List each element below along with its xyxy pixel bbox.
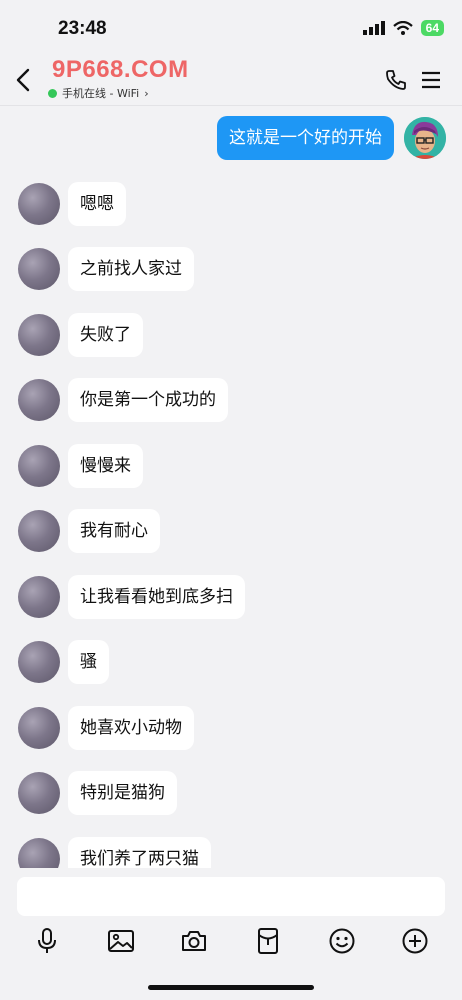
received-message-row: 慢慢来: [0, 444, 462, 494]
contact-avatar[interactable]: [18, 707, 60, 749]
received-message-bubble[interactable]: 骚: [68, 640, 109, 684]
status-icons: 64: [362, 20, 444, 36]
received-message-row: 我们养了两只猫: [0, 837, 462, 868]
voice-button[interactable]: [32, 926, 62, 956]
contact-avatar[interactable]: [18, 445, 60, 487]
my-avatar[interactable]: [404, 117, 446, 159]
more-button[interactable]: [400, 926, 430, 956]
input-toolbar: [0, 926, 462, 956]
received-message-bubble[interactable]: 之前找人家过: [68, 247, 194, 291]
camera-icon: [182, 931, 206, 951]
received-message-row: 她喜欢小动物: [0, 706, 462, 756]
battery-indicator: 64: [420, 20, 444, 36]
wifi-icon: [392, 21, 413, 35]
image-button[interactable]: [106, 926, 136, 956]
received-message-row: 特别是猫狗: [0, 771, 462, 821]
online-status[interactable]: 手机在线 - WiFi ›: [48, 85, 149, 101]
back-button[interactable]: [12, 66, 36, 94]
menu-icon: [422, 71, 440, 89]
image-icon: [108, 930, 134, 952]
received-message-bubble[interactable]: 我们养了两只猫: [68, 837, 211, 868]
phone-call-button[interactable]: [384, 68, 408, 92]
contact-avatar[interactable]: [18, 576, 60, 618]
plus-icon: [402, 928, 428, 954]
message-list[interactable]: 这就是一个好的开始 嗯嗯 之前找人家过 失败了 你是第一个成功的 慢慢来 我有耐…: [0, 106, 462, 868]
received-message-row: 失败了: [0, 313, 462, 363]
online-dot-icon: [48, 88, 57, 98]
received-message-row: 我有耐心: [0, 509, 462, 559]
home-indicator[interactable]: [148, 985, 314, 990]
sent-message-bubble[interactable]: 这就是一个好的开始: [217, 116, 394, 160]
phone-icon: [386, 70, 406, 90]
sent-message-row: 这就是一个好的开始: [206, 116, 446, 162]
cartoon-avatar-icon: [404, 117, 446, 159]
received-message-row: 让我看看她到底多扫: [0, 575, 462, 625]
received-message-bubble[interactable]: 她喜欢小动物: [68, 706, 194, 750]
received-message-bubble[interactable]: 你是第一个成功的: [68, 378, 228, 422]
received-message-bubble[interactable]: 失败了: [68, 313, 143, 357]
received-message-bubble[interactable]: 特别是猫狗: [68, 771, 177, 815]
online-status-text: 手机在线 - WiFi: [62, 87, 140, 100]
chevron-left-icon: [16, 68, 30, 92]
signal-icon: [362, 21, 385, 35]
contact-avatar[interactable]: [18, 183, 60, 225]
received-message-bubble[interactable]: 嗯嗯: [68, 182, 126, 226]
received-message-row: 之前找人家过: [0, 247, 462, 297]
received-message-row: 你是第一个成功的: [0, 378, 462, 428]
status-time: 23:48: [58, 18, 107, 39]
received-message-row: 嗯嗯: [0, 182, 462, 232]
contact-avatar[interactable]: [18, 772, 60, 814]
camera-button[interactable]: [179, 926, 209, 956]
contact-avatar[interactable]: [18, 379, 60, 421]
status-bar: 23:48 64: [0, 0, 462, 56]
contact-avatar[interactable]: [18, 641, 60, 683]
contact-avatar[interactable]: [18, 838, 60, 868]
received-message-bubble[interactable]: 让我看看她到底多扫: [68, 575, 245, 619]
microphone-icon: [38, 928, 56, 953]
contact-avatar[interactable]: [18, 510, 60, 552]
chevron-right-icon: ›: [144, 86, 149, 100]
menu-button[interactable]: [420, 68, 442, 92]
received-message-row: 骚: [0, 640, 462, 690]
message-input[interactable]: [17, 877, 445, 916]
emoji-button[interactable]: [327, 926, 357, 956]
contact-avatar[interactable]: [18, 248, 60, 290]
chat-title: 9P668.COM: [52, 56, 189, 83]
red-packet-icon: [258, 928, 278, 954]
chat-header: 9P668.COM 手机在线 - WiFi ›: [0, 56, 462, 106]
emoji-icon: [329, 928, 355, 954]
received-message-bubble[interactable]: 我有耐心: [68, 509, 160, 553]
red-packet-button[interactable]: [253, 926, 283, 956]
received-message-bubble[interactable]: 慢慢来: [68, 444, 143, 488]
contact-avatar[interactable]: [18, 314, 60, 356]
input-area: [0, 868, 462, 1000]
